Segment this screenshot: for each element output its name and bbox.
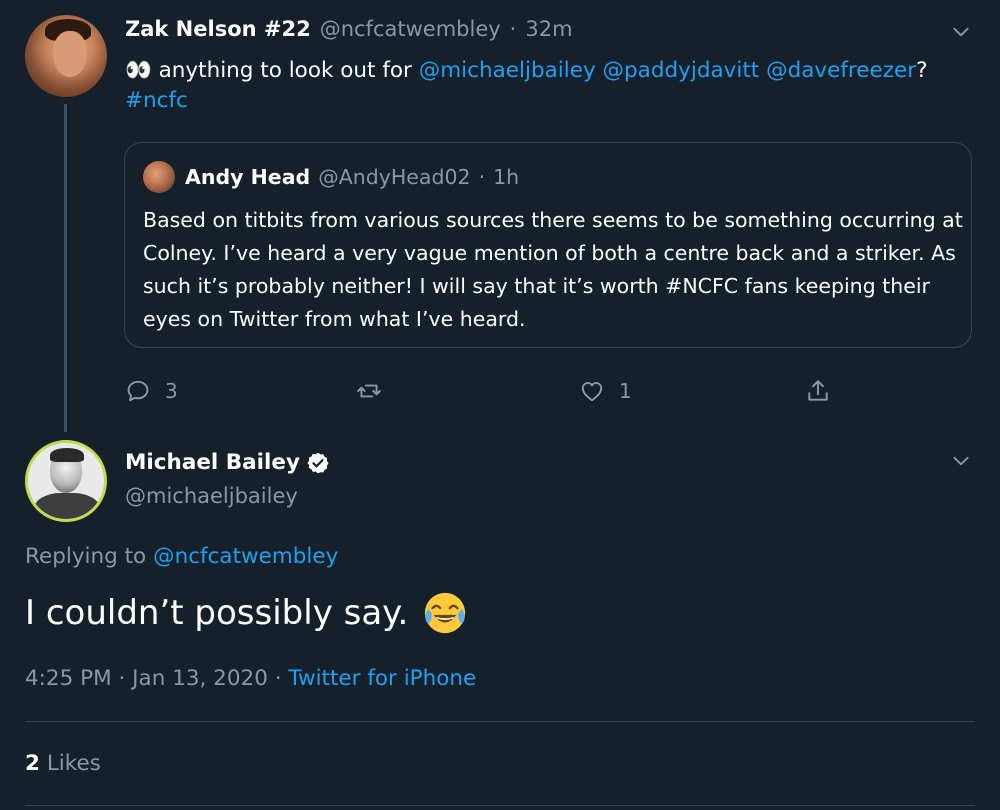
quoted-tweet-header: Andy Head @AndyHead02 · 1h xyxy=(185,165,519,189)
replying-to-line: Replying to @ncfcatwembley xyxy=(25,544,338,569)
likes-label: Likes xyxy=(46,751,101,776)
quoted-timestamp: 1h xyxy=(493,165,520,189)
quoted-tweet-card[interactable]: Andy Head @AndyHead02 · 1h Based on titb… xyxy=(124,142,972,348)
parent-separator: · xyxy=(509,17,517,41)
quoted-handle: @AndyHead02 xyxy=(318,165,471,189)
tweet-meta-line: 4:25 PM · Jan 13, 2020 · Twitter for iPh… xyxy=(25,666,476,691)
eyes-emoji: 👀 xyxy=(125,58,152,83)
divider-top xyxy=(25,721,975,722)
parent-timestamp[interactable]: 32m xyxy=(525,17,572,41)
tweet-source-link[interactable]: Twitter for iPhone xyxy=(288,666,476,691)
replying-to-mention[interactable]: @ncfcatwembley xyxy=(153,544,338,569)
share-icon xyxy=(808,380,828,401)
quoted-display-name: Andy Head xyxy=(185,165,311,189)
avatar-michael-bailey[interactable] xyxy=(25,440,107,522)
quoted-tweet-text: Based on titbits from various sources th… xyxy=(143,208,963,331)
parent-text-plain: anything to look out for xyxy=(158,58,412,83)
share-button[interactable] xyxy=(805,378,831,404)
main-tweet-name-row: Michael Bailey xyxy=(125,450,330,475)
chevron-down-icon xyxy=(953,456,969,466)
main-tweet-text: I couldn’t possibly say. xyxy=(25,593,409,633)
thread-connector-line xyxy=(64,104,67,432)
reply-count: 3 xyxy=(165,379,178,403)
verified-badge-icon xyxy=(307,452,329,473)
main-tweet-text-row: I couldn’t possibly say. xyxy=(25,590,468,636)
like-button[interactable]: 1 xyxy=(579,378,632,404)
mention-davefreezer[interactable]: @davefreezer xyxy=(766,58,916,83)
main-more-button[interactable] xyxy=(947,447,975,475)
reply-button[interactable]: 3 xyxy=(125,378,178,404)
mention-paddyjdavitt[interactable]: @paddyjdavitt xyxy=(603,58,760,83)
avatar-zak-nelson[interactable] xyxy=(25,15,107,97)
parent-tweet-text: 👀 anything to look out for @michaeljbail… xyxy=(125,56,975,116)
meta-separator-1: · xyxy=(118,666,126,691)
parent-more-button[interactable] xyxy=(947,18,975,46)
likes-summary[interactable]: 2 Likes xyxy=(25,751,101,776)
main-handle[interactable]: @michaeljbailey xyxy=(125,484,298,508)
reply-icon xyxy=(127,380,149,402)
likes-count: 2 xyxy=(25,751,40,776)
tweet-time[interactable]: 4:25 PM xyxy=(25,666,112,691)
like-count: 1 xyxy=(619,379,632,403)
retweet-button[interactable] xyxy=(356,378,396,404)
mention-michaeljbailey[interactable]: @michaeljbailey xyxy=(419,58,596,83)
chevron-down-icon xyxy=(953,27,969,37)
parent-display-name[interactable]: Zak Nelson #22 xyxy=(125,17,311,41)
main-display-name[interactable]: Michael Bailey xyxy=(125,450,300,475)
avatar-andy-head xyxy=(143,161,175,193)
tweet-date[interactable]: Jan 13, 2020 xyxy=(132,666,268,691)
parent-handle[interactable]: @ncfcatwembley xyxy=(320,17,501,41)
hashtag-ncfc[interactable]: #ncfc xyxy=(125,88,188,113)
retweet-icon xyxy=(357,384,381,398)
parent-tweet-header: Zak Nelson #22 @ncfcatwembley · 32m xyxy=(125,17,573,41)
question-mark: ? xyxy=(916,58,928,83)
replying-label: Replying to xyxy=(25,544,147,569)
heart-icon xyxy=(581,382,603,402)
laughing-tears-emoji-icon xyxy=(425,592,466,634)
meta-separator-2: · xyxy=(274,666,282,691)
quoted-separator: · xyxy=(478,165,486,189)
divider-bottom xyxy=(25,805,975,806)
